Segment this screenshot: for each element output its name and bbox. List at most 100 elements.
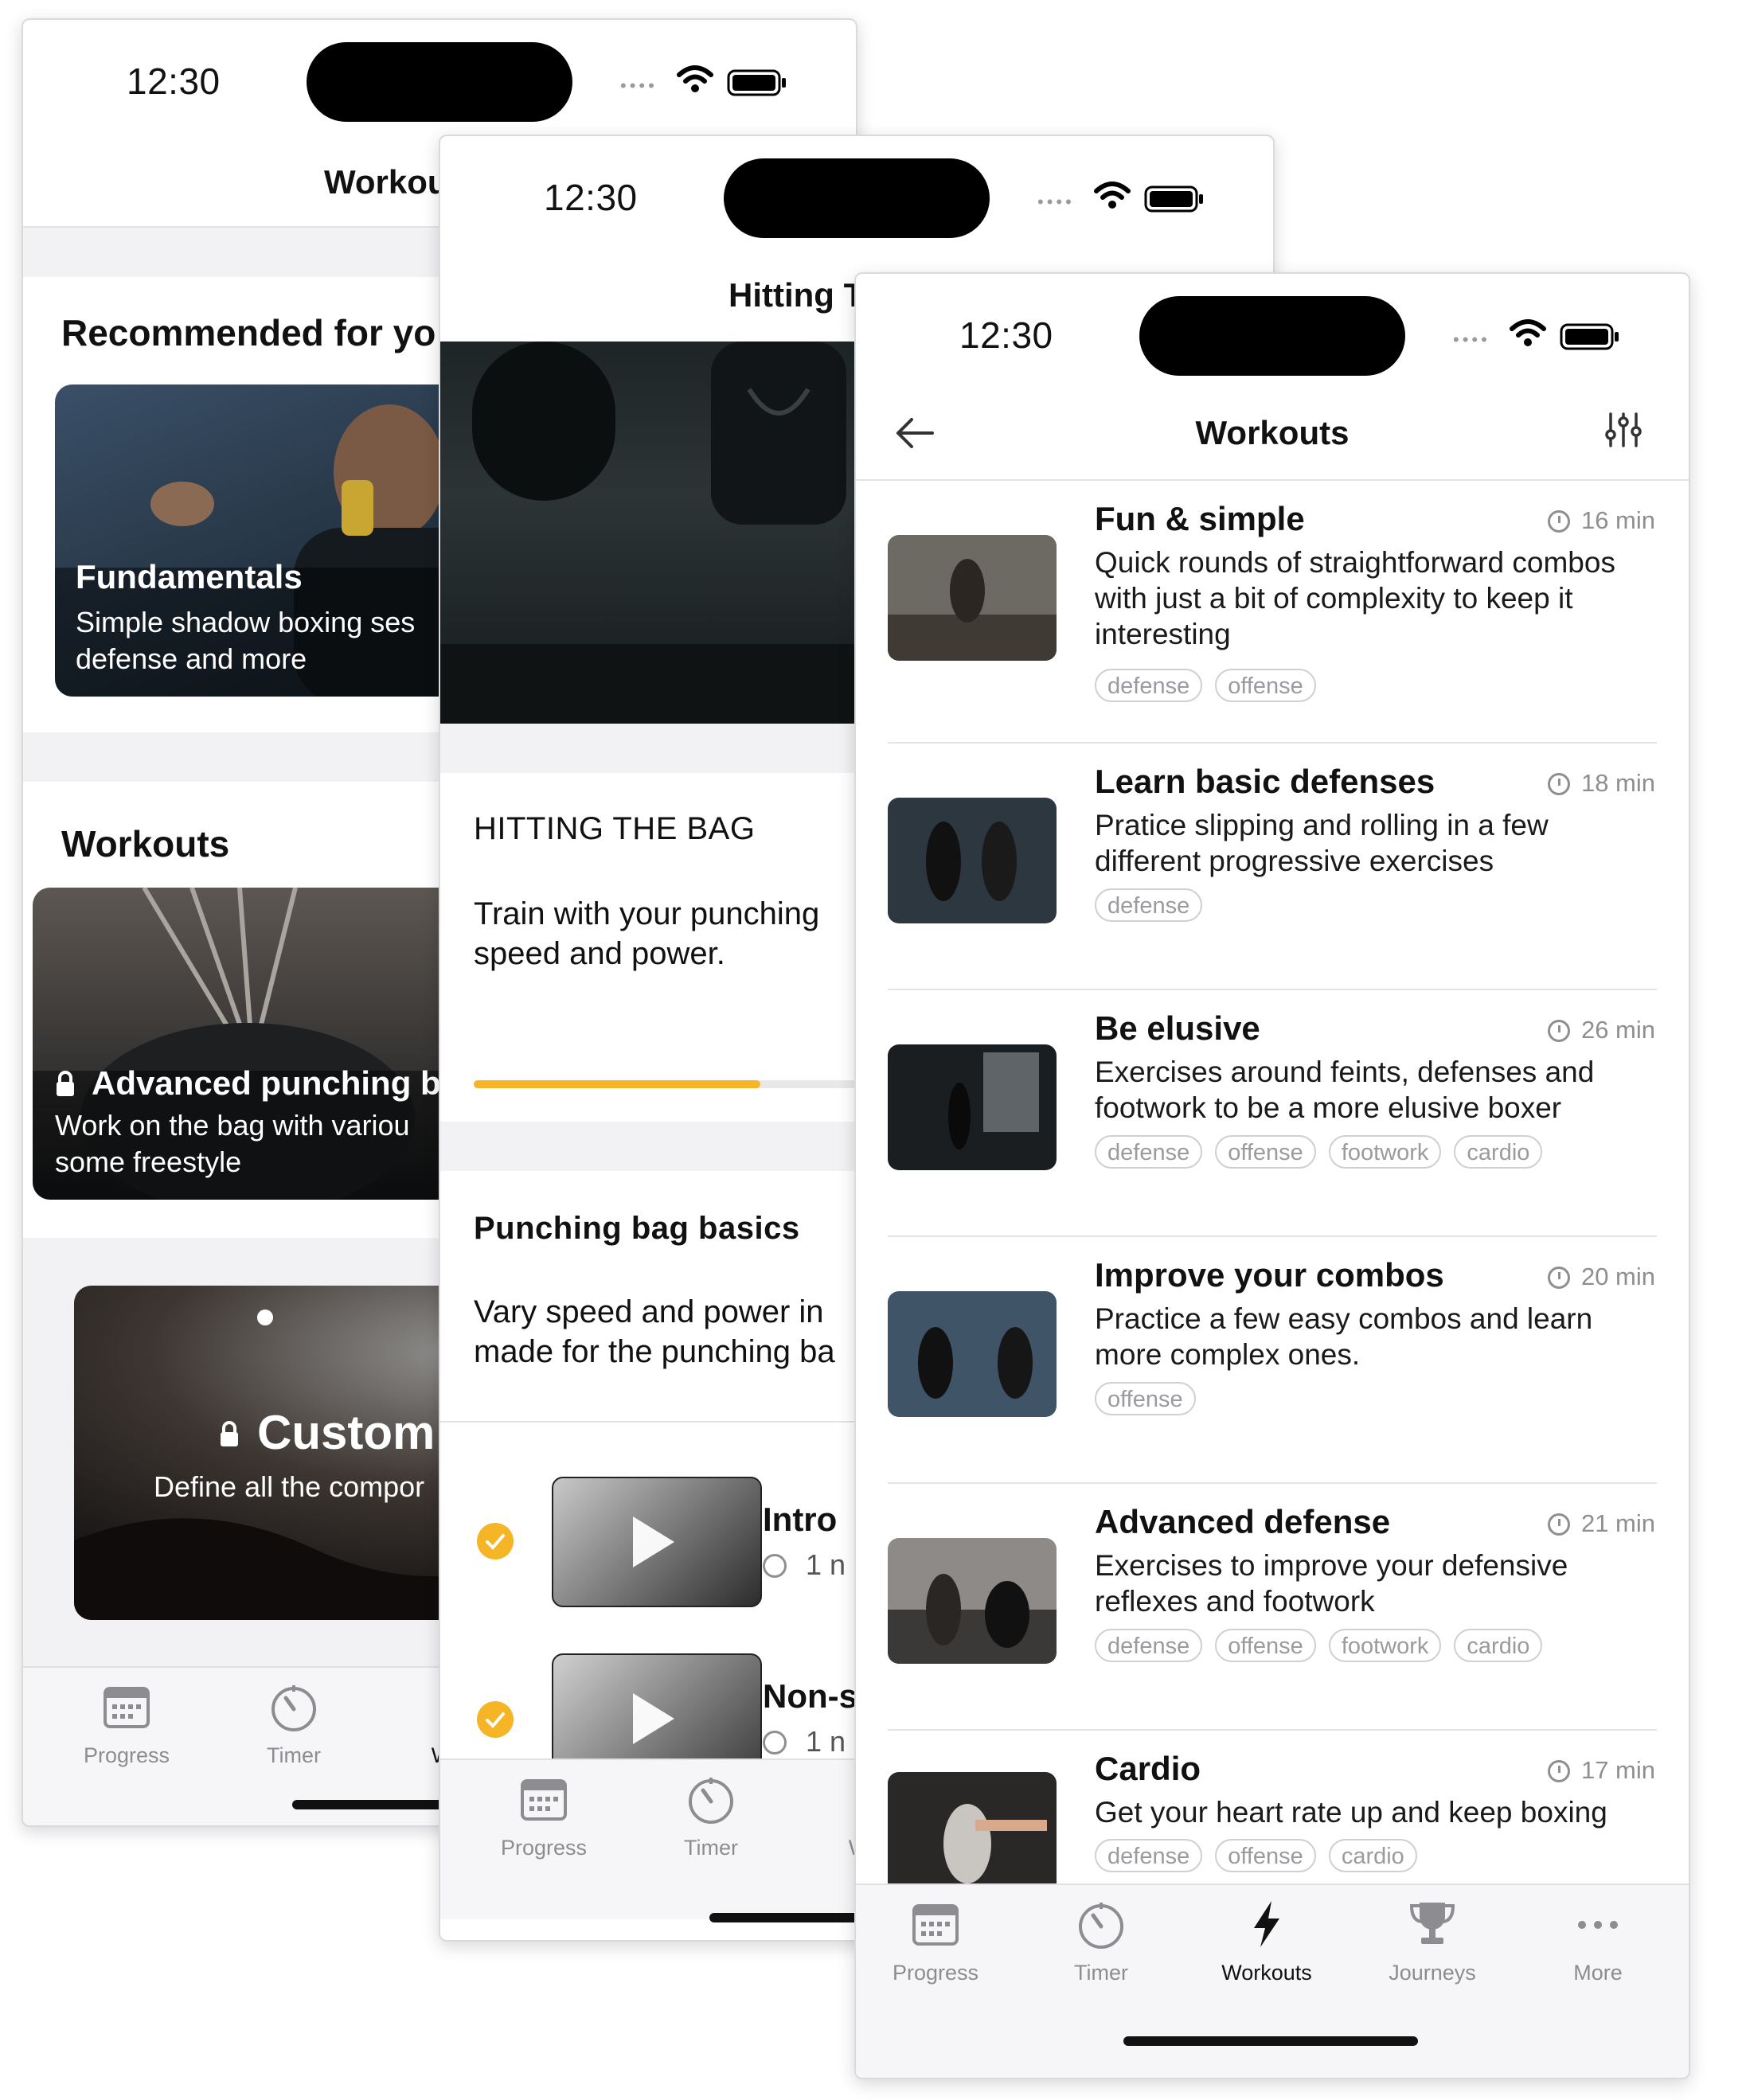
tab-label: Timer [1074,1961,1128,1985]
workout-thumbnail [888,1538,1057,1664]
step-video-thumbnail[interactable] [552,1477,762,1607]
wifi-icon [677,65,713,92]
dynamic-island [307,42,572,122]
workout-title: Cardio [1095,1750,1201,1787]
status-time: 12:30 [544,177,638,218]
workout-title: Advanced defense [1095,1503,1391,1540]
wifi-icon [1094,182,1131,209]
workouts-heading: Workouts [61,823,230,865]
workout-progress-fill [474,1080,760,1088]
tag-cardio: cardio [1328,1839,1417,1872]
workout-description: Exercises around feints, defenses and foo… [1095,1056,1595,1124]
recommended-heading: Recommended for yo [61,312,436,353]
tag-offense: offense [1215,1135,1316,1169]
play-icon [633,1693,674,1744]
workout-title: Improve your combos [1095,1256,1444,1294]
workout-thumbnail [888,535,1057,661]
workout-description: Quick rounds of straightforward combos wi… [1095,546,1615,650]
status-bar: 12:30 •••• [23,20,856,147]
row-separator [888,1482,1657,1484]
fundamentals-subtitle-line2: defense and more [76,642,307,675]
check-icon [477,1701,514,1738]
tab-label: Progress [500,1836,588,1860]
advanced-punching-subtitle-line2: some freestyle [55,1146,242,1178]
workout-tags: defense offense [1095,669,1329,702]
step-title: Intro [763,1501,838,1538]
workout-desc-line1: Train with your punching [474,896,820,931]
signal-dots-icon: •••• [1037,192,1075,212]
workout-description: Practice a few easy combos and learn more… [1095,1302,1593,1371]
status-time: 12:30 [959,314,1053,356]
custom-title: Custom [257,1406,436,1459]
lock-icon [57,1071,74,1096]
tag-cardio: cardio [1454,1629,1543,1662]
advanced-punching-title: Advanced punching b [92,1064,441,1102]
clock-icon [1547,773,1570,795]
workout-title: Fun & simple [1095,500,1305,537]
tag-cardio: cardio [1454,1135,1543,1169]
row-separator [888,989,1657,990]
tag-defense: defense [1095,669,1203,702]
nav-separator [856,479,1689,481]
tag-defense: defense [1095,1839,1203,1872]
tag-footwork: footwork [1328,1135,1442,1169]
dynamic-island [724,158,990,238]
workout-tags: defense offense footwork cardio [1095,1629,1555,1662]
play-icon [633,1516,674,1567]
calendar-icon [912,1904,959,1946]
tab-label: Workouts [1221,1961,1312,1985]
workout-tags: defense offense footwork cardio [1095,1135,1555,1169]
workout-tags: defense [1095,888,1215,922]
clock-icon [1547,1513,1570,1536]
step-title: Non-s [763,1677,857,1715]
tab-label: Timer [684,1836,738,1860]
workout-desc-line2: speed and power. [474,936,725,971]
workout-description: Exercises to improve your defensive refle… [1095,1549,1568,1618]
home-indicator [1123,2036,1418,2046]
calendar-icon [521,1779,567,1821]
tab-label: Journeys [1389,1961,1476,1985]
signal-dots-icon: •••• [620,76,658,96]
status-bar: 12:30 •••• [856,274,1689,401]
tab-label: Progress [892,1961,979,1985]
battery-icon [1144,185,1203,213]
fundamentals-title: Fundamentals [76,558,303,595]
more-icon [1578,1921,1618,1929]
tag-defense: defense [1095,1629,1203,1662]
fundamentals-subtitle-line1: Simple shadow boxing ses [76,606,416,638]
battery-icon [1560,323,1619,350]
workout-duration: 16 min [1547,506,1655,535]
tag-offense: offense [1095,1382,1196,1415]
clock-icon [763,1554,787,1578]
dynamic-island [1139,296,1405,376]
tag-offense: offense [1215,669,1316,702]
workout-duration: 21 min [1547,1509,1655,1538]
row-separator [888,742,1657,744]
custom-subtitle: Define all the compor [154,1470,425,1503]
tab-label: More [1573,1961,1623,1985]
section-desc-line2: made for the punching ba [474,1334,835,1369]
tab-label: Progress [83,1743,170,1767]
wifi-icon [1510,319,1546,346]
tag-footwork: footwork [1328,1629,1442,1662]
clock-icon [1547,1020,1570,1042]
workout-thumbnail [888,798,1057,923]
clock-icon [1547,510,1570,533]
row-separator [888,1235,1657,1237]
workout-title: Learn basic defenses [1095,763,1435,800]
calendar-icon [104,1687,150,1728]
timer-icon [689,1778,733,1824]
section-title: Punching bag basics [474,1211,800,1246]
tab-bar: Progress Timer Workouts Journeys More [856,1883,1689,2078]
workout-description: Get your heart rate up and keep boxing [1095,1796,1607,1829]
workout-duration: 17 min [1547,1756,1655,1785]
step-duration: 1 n [763,1725,846,1758]
bolt-icon [1254,1901,1279,1947]
status-time: 12:30 [127,61,221,102]
workout-description: Pratice slipping and rolling in a few dif… [1095,809,1549,877]
lock-icon [221,1421,238,1446]
phone-workouts-list: 12:30 •••• Workouts Fun & simple 16 min … [854,272,1690,2079]
workout-title: Be elusive [1095,1009,1260,1047]
clock-icon [763,1731,787,1755]
filter-sliders-icon[interactable] [1604,411,1642,449]
